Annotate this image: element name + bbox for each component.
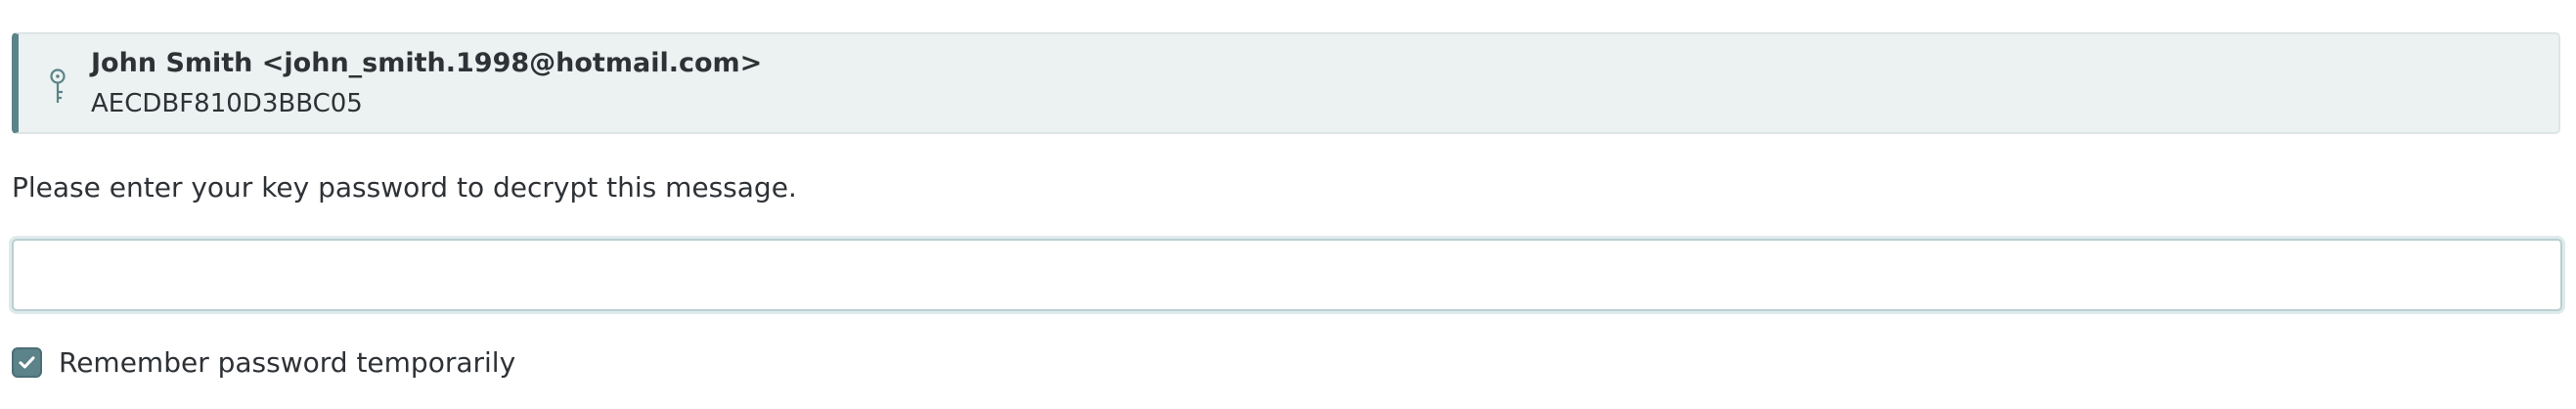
key-icon <box>46 68 69 107</box>
key-password-input[interactable] <box>12 239 2562 311</box>
remember-password-option[interactable]: Remember password temporarily <box>12 344 515 380</box>
key-fingerprint: AECDBF810D3BBC05 <box>91 89 363 118</box>
selected-key-card: John Smith <john_smith.1998@hotmail.com>… <box>12 32 2560 134</box>
key-user-id: John Smith <john_smith.1998@hotmail.com> <box>91 48 763 78</box>
remember-password-label: Remember password temporarily <box>59 345 516 379</box>
remember-password-checkbox[interactable] <box>12 346 42 378</box>
check-icon <box>19 355 35 368</box>
decrypt-key-password-panel: John Smith <john_smith.1998@hotmail.com>… <box>0 0 2576 409</box>
password-instruction: Please enter your key password to decryp… <box>12 171 797 204</box>
